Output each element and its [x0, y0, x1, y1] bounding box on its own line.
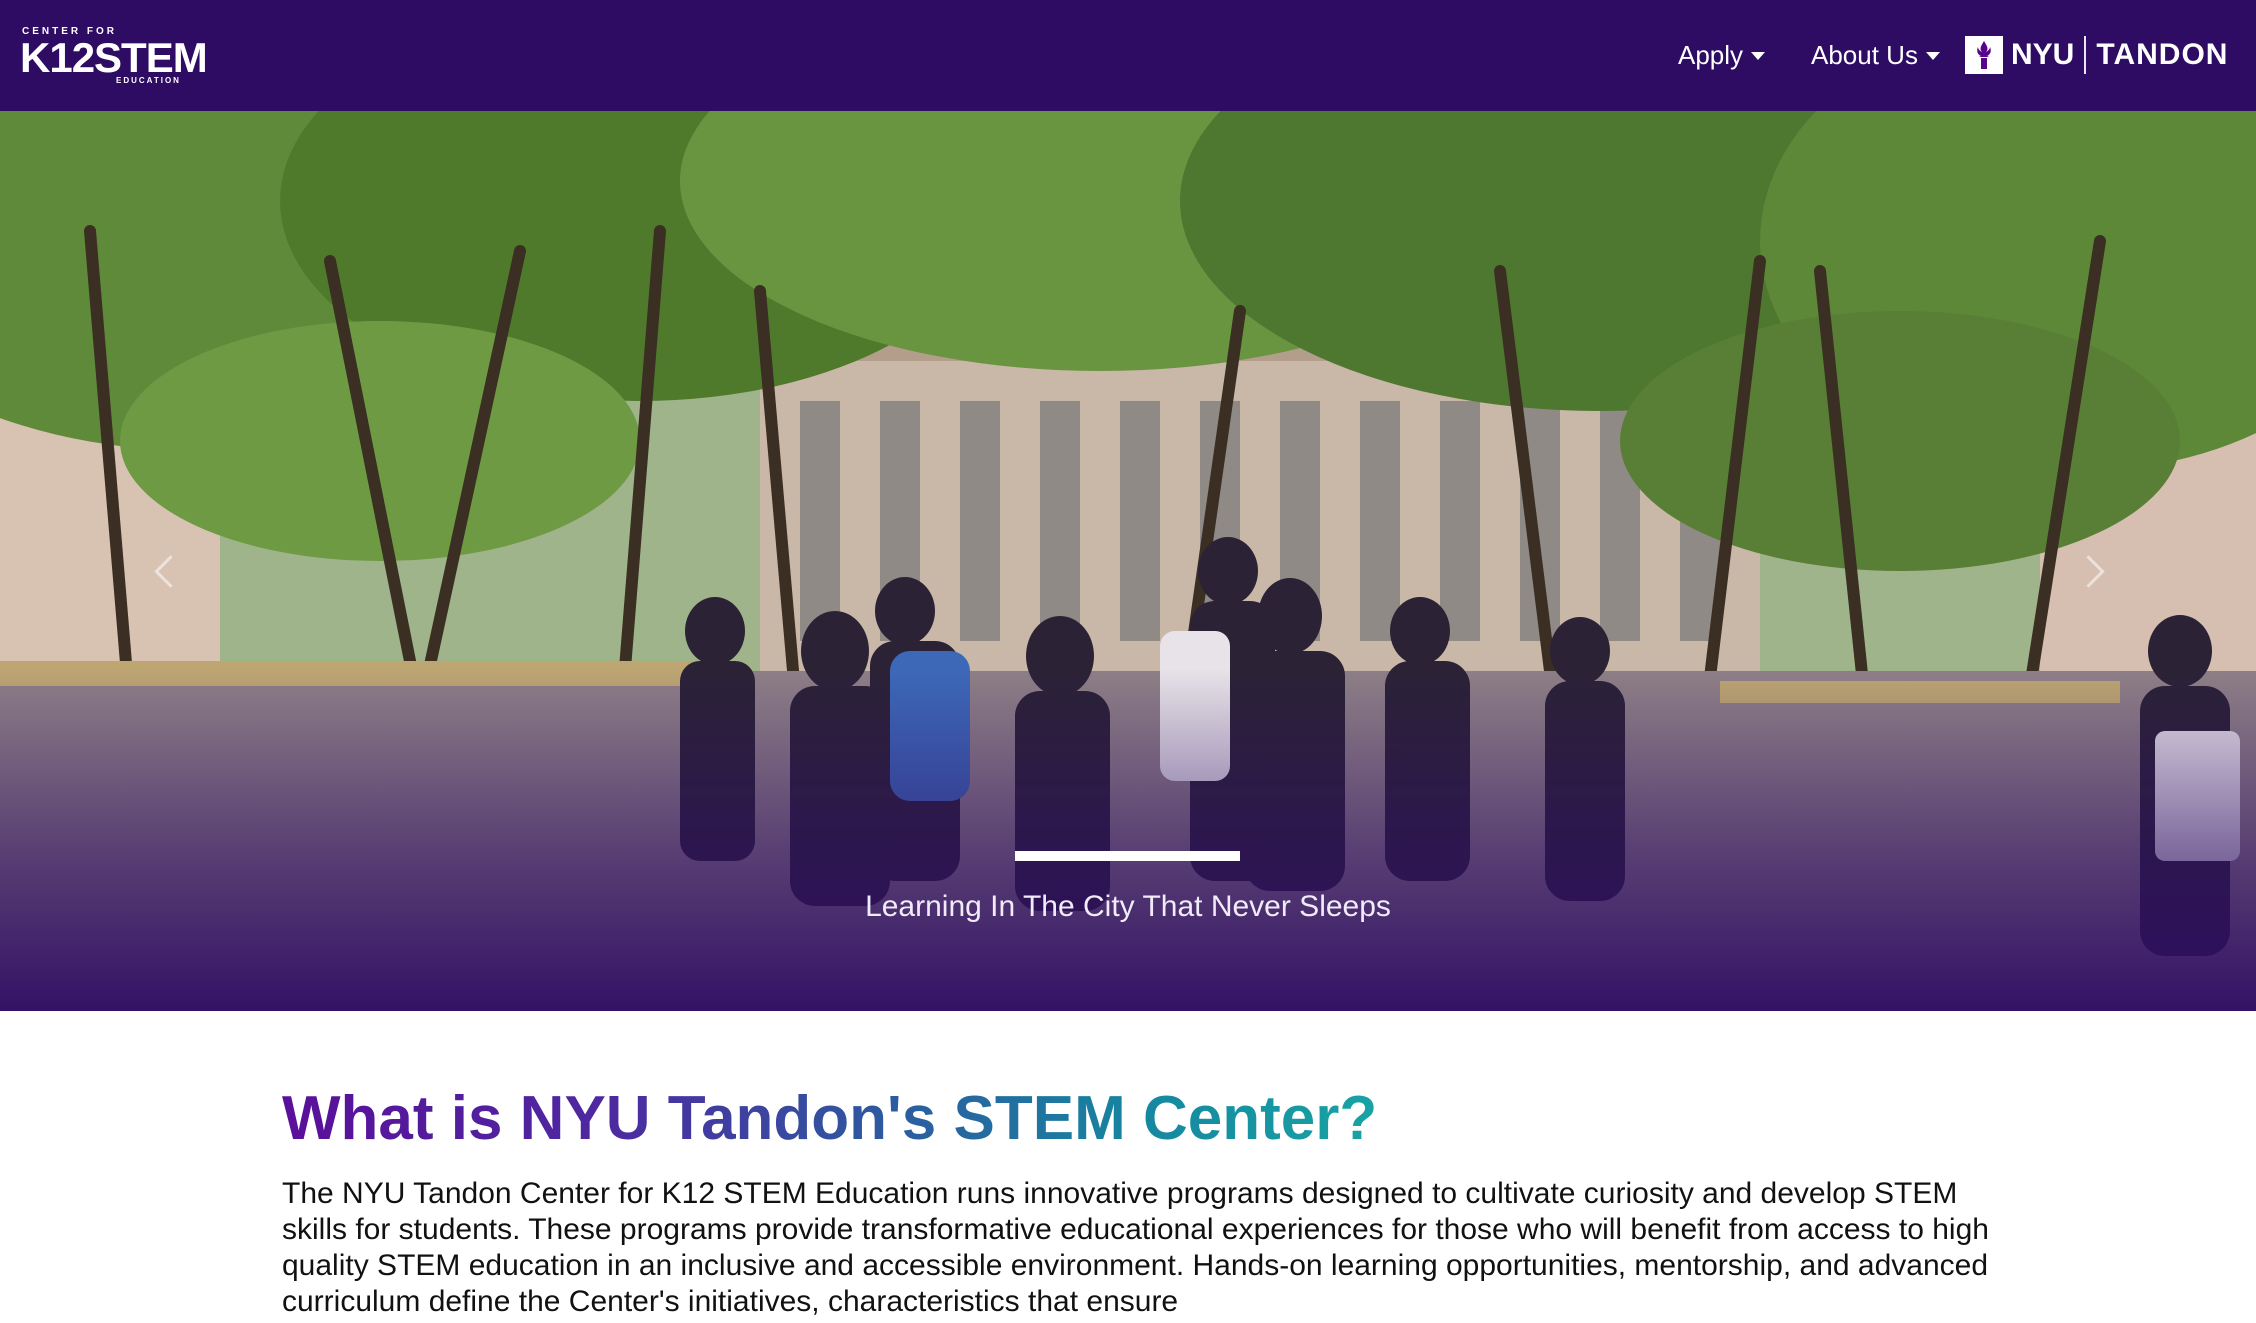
logo-main-text: K12STEM	[20, 34, 208, 81]
carousel-prev-button[interactable]	[140, 541, 200, 601]
chevron-right-icon	[2071, 554, 2105, 588]
top-navbar: CENTER FOR K12STEM EDUCATION Apply About…	[0, 0, 2256, 111]
brand-nyu-text: NYU	[2011, 38, 2075, 71]
nyu-tandon-brand[interactable]: NYU TANDON	[1965, 34, 2228, 76]
brand-tandon-text: TANDON	[2096, 38, 2229, 71]
nav-apply-label: Apply	[1678, 40, 1744, 70]
nav-about-us-dropdown[interactable]: About Us	[1811, 38, 1940, 72]
hero-carousel: Learning In The City That Never Sleeps	[0, 111, 2256, 1011]
torch-icon	[1965, 36, 2003, 74]
nav-apply-dropdown[interactable]: Apply	[1678, 38, 1766, 72]
caret-down-icon	[1751, 52, 1766, 60]
carousel-next-button[interactable]	[2058, 541, 2118, 601]
carousel-indicator-active[interactable]	[1015, 851, 1240, 861]
nav-about-us-label: About Us	[1811, 40, 1918, 70]
brand-divider	[2084, 36, 2087, 74]
hero-gradient-overlay	[0, 111, 2256, 1011]
caret-down-icon	[1925, 52, 1940, 60]
intro-paragraph: The NYU Tandon Center for K12 STEM Educa…	[282, 1177, 1989, 1318]
logo-bottom-text: EDUCATION	[116, 76, 181, 85]
section-heading: What is NYU Tandon's STEM Center?	[282, 1081, 1377, 1157]
k12stem-logo[interactable]: CENTER FOR K12STEM EDUCATION	[20, 26, 210, 86]
hero-caption: Learning In The City That Never Sleeps	[865, 890, 1391, 923]
chevron-left-icon	[153, 554, 187, 588]
